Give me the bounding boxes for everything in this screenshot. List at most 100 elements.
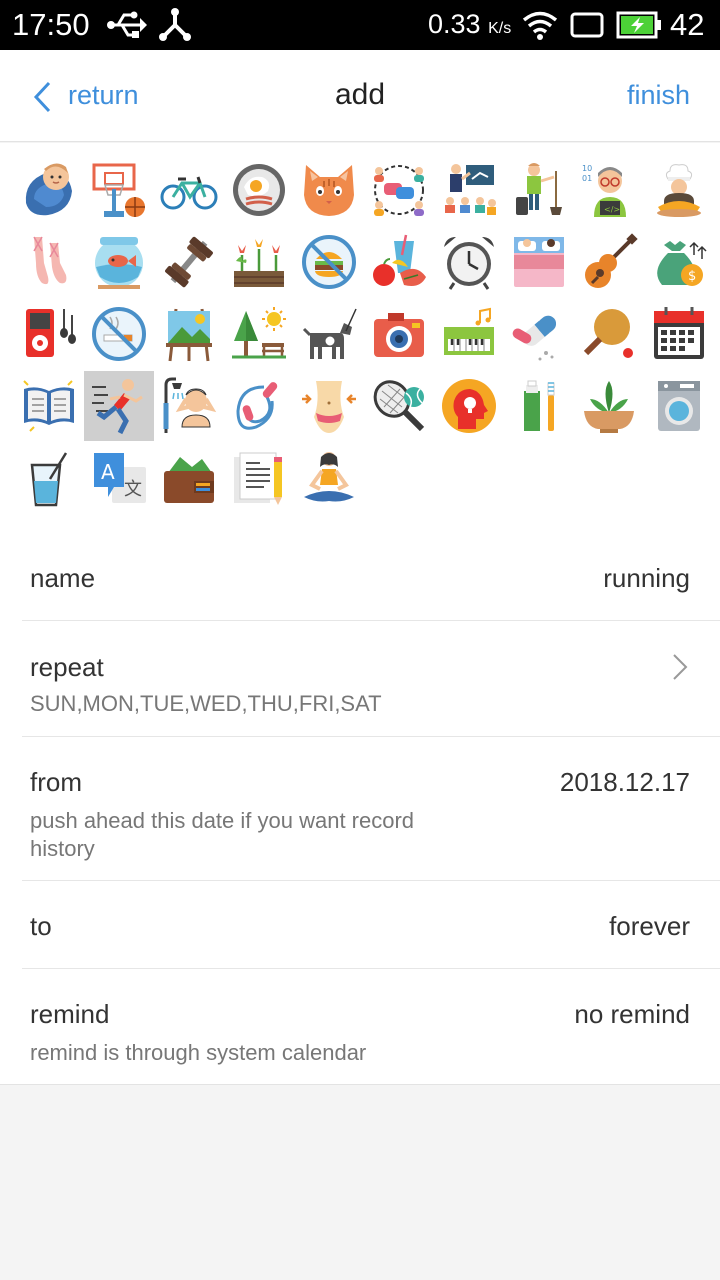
icon-option-medicine[interactable] xyxy=(504,299,574,369)
svg-text:文: 文 xyxy=(124,479,142,500)
icon-option-bed[interactable] xyxy=(504,227,574,297)
bed-icon xyxy=(514,237,564,287)
icon-option-drink[interactable] xyxy=(14,443,84,513)
flowers-icon xyxy=(234,239,284,287)
icon-option-wallet[interactable] xyxy=(154,443,224,513)
icon-option-flowers[interactable] xyxy=(224,227,294,297)
camera-icon xyxy=(374,313,424,357)
name-row[interactable]: name running xyxy=(0,533,720,621)
remind-row[interactable]: remind no remind remind is through syste… xyxy=(0,969,720,1085)
idea-icon xyxy=(442,379,496,433)
icon-option-plant[interactable] xyxy=(574,371,644,441)
from-hint: push ahead this date if you want record … xyxy=(30,808,415,861)
guitar-icon xyxy=(585,233,638,288)
icon-option-translate[interactable]: 文 A xyxy=(84,443,154,513)
chat-icon xyxy=(374,165,424,216)
icon-option-piano[interactable] xyxy=(434,299,504,369)
from-label: from xyxy=(30,767,82,797)
icon-option-music-player[interactable] xyxy=(14,299,84,369)
running-icon xyxy=(92,379,143,435)
washing-machine-icon xyxy=(658,381,700,431)
icon-option-washing-machine[interactable] xyxy=(644,371,714,441)
bicycle-icon xyxy=(160,176,218,210)
icon-option-breakfast[interactable] xyxy=(224,155,294,225)
svg-text:10: 10 xyxy=(582,164,592,173)
icon-option-basketball[interactable] xyxy=(84,155,154,225)
drink-icon xyxy=(30,452,68,507)
icon-option-park[interactable] xyxy=(224,299,294,369)
teaching-icon xyxy=(445,164,496,215)
network-speed: 0.33 K/s xyxy=(428,9,512,39)
from-row[interactable]: from 2018.12.17 push ahead this date if … xyxy=(0,737,720,881)
icon-option-meditation[interactable] xyxy=(294,443,364,513)
icon-option-cat[interactable] xyxy=(294,155,364,225)
money-bag-icon: $ xyxy=(657,241,707,286)
svg-text:$: $ xyxy=(688,269,696,284)
status-bar: 17:50 0.33 K/s 42 xyxy=(0,0,720,50)
icon-option-ballet[interactable] xyxy=(14,227,84,297)
toothbrush-icon xyxy=(524,380,555,431)
icon-option-baby[interactable] xyxy=(14,155,84,225)
status-time: 17:50 xyxy=(12,7,90,42)
meditation-icon xyxy=(304,452,354,502)
medicine-icon xyxy=(512,315,557,361)
icon-option-fishbowl[interactable] xyxy=(84,227,154,297)
usb-icon xyxy=(107,11,147,38)
icon-option-ping-pong[interactable] xyxy=(574,299,644,369)
icon-option-no-smoking[interactable] xyxy=(84,299,154,369)
fruit-juice-icon xyxy=(373,234,426,286)
cat-icon xyxy=(304,165,354,216)
park-icon xyxy=(232,307,286,359)
icon-option-tennis[interactable] xyxy=(364,371,434,441)
no-smoking-icon xyxy=(92,307,146,361)
icon-option-guitar[interactable] xyxy=(574,227,644,297)
writing-icon xyxy=(234,452,282,505)
battery-level: 42 xyxy=(670,7,705,42)
repeat-label: repeat xyxy=(30,652,104,682)
icon-option-writing[interactable] xyxy=(224,443,294,513)
alarm-clock-icon xyxy=(444,237,494,290)
screen-icon xyxy=(570,12,604,38)
icon-option-fruit-juice[interactable] xyxy=(364,227,434,297)
icon-option-dumbbell[interactable] xyxy=(154,227,224,297)
icon-option-money-bag[interactable]: $ xyxy=(644,227,714,297)
cleaning-icon xyxy=(516,163,562,215)
repeat-value: SUN,MON,TUE,WED,THU,FRI,SAT xyxy=(30,691,382,716)
icon-option-dog-walking[interactable] xyxy=(294,299,364,369)
basketball-icon xyxy=(92,163,145,217)
settings-list: name running repeat SUN,MON,TUE,WED,THU,… xyxy=(0,533,720,1085)
icon-option-painting[interactable] xyxy=(154,299,224,369)
network-unit: K/s xyxy=(488,20,512,37)
icon-option-programmer[interactable]: 10 01 </> xyxy=(574,155,644,225)
icon-option-waist[interactable] xyxy=(294,371,364,441)
icon-option-running[interactable] xyxy=(84,371,154,441)
icon-option-cleaning[interactable] xyxy=(504,155,574,225)
icon-option-chef[interactable] xyxy=(644,155,714,225)
icon-option-jump-rope[interactable] xyxy=(224,371,294,441)
icon-option-shower[interactable] xyxy=(154,371,224,441)
icon-option-idea[interactable] xyxy=(434,371,504,441)
dumbbell-icon xyxy=(165,236,213,288)
icon-option-alarm-clock[interactable] xyxy=(434,227,504,297)
icon-option-reading[interactable] xyxy=(14,371,84,441)
name-value[interactable]: running xyxy=(603,563,690,594)
to-value[interactable]: forever xyxy=(609,911,690,942)
from-date-value[interactable]: 2018.12.17 xyxy=(560,767,690,798)
icon-option-no-junk-food[interactable] xyxy=(294,227,364,297)
programmer-icon: 10 01 </> xyxy=(582,164,626,217)
remind-hint: remind is through system calendar xyxy=(30,1040,367,1065)
remind-value[interactable]: no remind xyxy=(574,999,690,1030)
icon-option-bicycle[interactable] xyxy=(154,155,224,225)
fishbowl-icon xyxy=(95,237,143,289)
icon-option-chat[interactable] xyxy=(364,155,434,225)
icon-option-camera[interactable] xyxy=(364,299,434,369)
icon-option-calendar[interactable] xyxy=(644,299,714,369)
icon-option-toothbrush[interactable] xyxy=(504,371,574,441)
icon-option-teaching[interactable] xyxy=(434,155,504,225)
repeat-row[interactable]: repeat SUN,MON,TUE,WED,THU,FRI,SAT xyxy=(0,621,720,737)
to-row[interactable]: to forever xyxy=(0,881,720,969)
shower-icon xyxy=(163,377,217,433)
finish-button[interactable]: finish xyxy=(627,80,690,111)
jump-rope-icon xyxy=(236,382,278,430)
painting-icon xyxy=(166,308,212,362)
